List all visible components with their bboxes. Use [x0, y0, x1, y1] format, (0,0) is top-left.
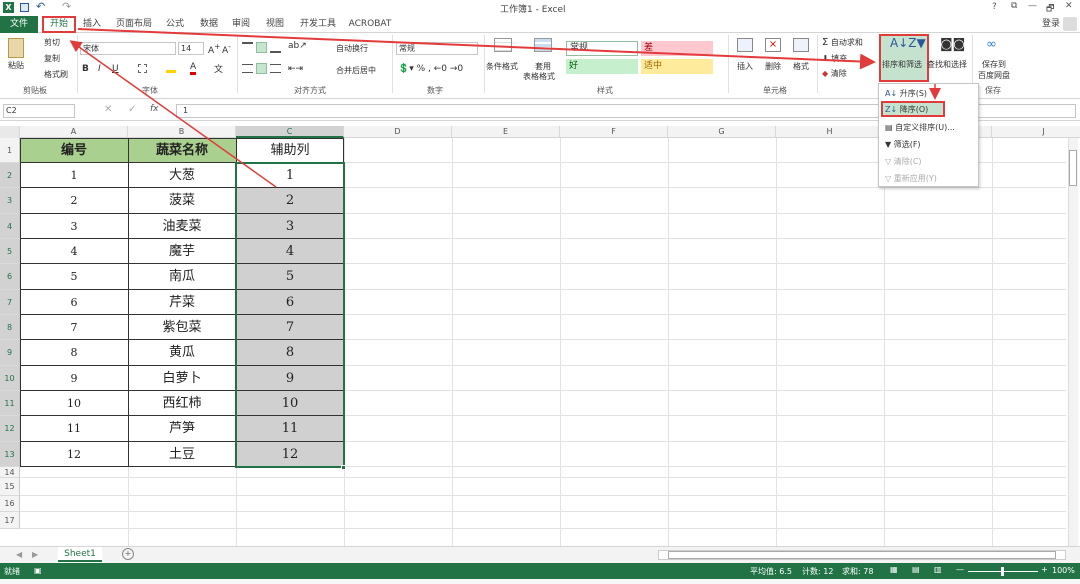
- annotation-arrows: [69, 28, 941, 188]
- annotation-arrow-to-home: [69, 40, 277, 188]
- annotation-arrow-to-sort: [77, 28, 876, 70]
